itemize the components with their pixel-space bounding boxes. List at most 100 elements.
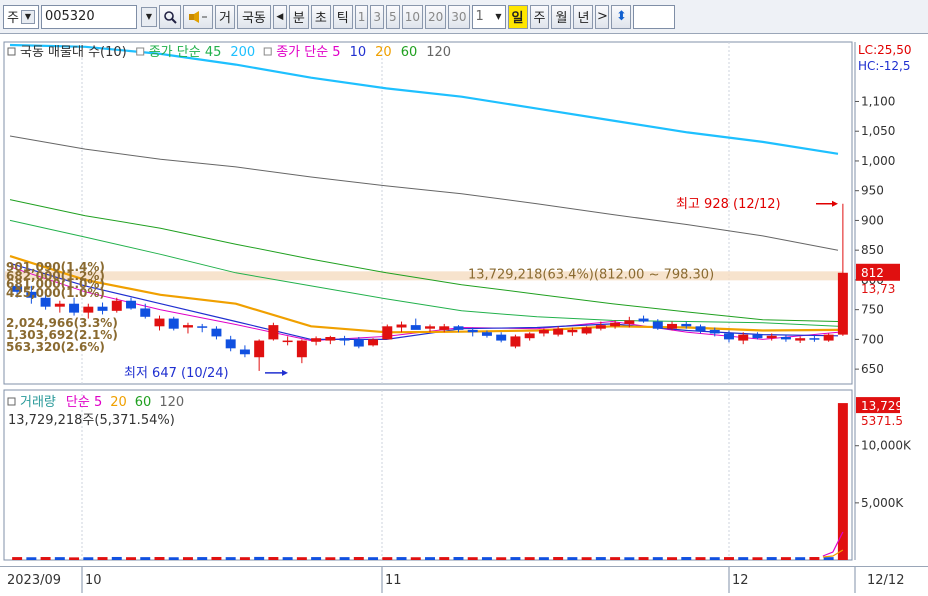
chevron-down-icon: ▼ (495, 12, 502, 21)
view-min-button[interactable]: 분 (288, 4, 309, 29)
date-label: 10 (85, 573, 102, 588)
volume-bar (296, 557, 307, 560)
volume-summary: 13,729,218주(5,371.54%) (8, 413, 175, 428)
band-annotation: 13,729,218(63.4%)(812.00 ~ 798.30) (468, 267, 714, 282)
volume-bar (140, 557, 151, 560)
candle-body (339, 338, 350, 341)
chevron-down-icon[interactable]: ▼ (20, 9, 35, 24)
speaker-button[interactable] (182, 4, 213, 29)
period-label: 년 (577, 11, 590, 26)
interval-20-button[interactable]: 20 (424, 4, 447, 29)
candle-body (410, 325, 421, 330)
interval-3-button[interactable]: 3 (370, 4, 385, 29)
code-dropdown-icon[interactable]: ▼ (140, 6, 157, 27)
candle-body (211, 328, 222, 337)
period-count-value: 1 (475, 9, 484, 24)
candle-body (795, 338, 806, 341)
chart-toolbar: 주 ▼ 005320 ▼ 거 국동 ◀ 분 초 틱 1 3 5 10 20 30… (0, 0, 928, 34)
stock-code-input[interactable]: 005320 (40, 4, 137, 29)
interval-30-button[interactable]: 30 (448, 4, 470, 29)
volume-profile-label: 563,320(2.6%) (6, 340, 105, 354)
type-button[interactable]: 거 (214, 4, 235, 29)
volume-bar (239, 557, 250, 560)
volume-legend-item: 20 (110, 395, 127, 410)
prev-arrow-icon[interactable]: ◀ (272, 4, 287, 29)
candle-body (325, 337, 336, 341)
candle-body (368, 339, 379, 346)
volume-bar (83, 557, 94, 560)
y-tick-label: 1,050 (861, 124, 895, 138)
legend-marker (136, 47, 145, 56)
volume-bar (168, 557, 179, 560)
legend-item: 60 (401, 45, 418, 60)
candle-body (182, 325, 193, 328)
volume-bar (823, 557, 834, 560)
interval-10-button[interactable]: 10 (401, 4, 423, 29)
current-volume-tag: 13,73 (861, 282, 895, 296)
interval-label: 10 (404, 9, 420, 24)
date-axis-bar: 2023/09 10 11 12 12/12 (0, 566, 928, 593)
candle-body (510, 336, 521, 347)
period-month-button[interactable]: 월 (551, 4, 572, 29)
volume-legend-item: 120 (159, 395, 184, 410)
y-tick-label: 900 (861, 213, 884, 227)
volume-bar (353, 557, 364, 560)
candle-body (197, 326, 208, 328)
extra-input[interactable] (633, 4, 676, 29)
period-day-button[interactable]: 일 (507, 4, 528, 29)
view-tick-button[interactable]: 틱 (332, 4, 353, 29)
period-week-button[interactable]: 주 (529, 4, 550, 29)
volume-bar (581, 557, 592, 560)
chart-area[interactable]: 1,1001,0501,000950900850800750700650LC:2… (0, 38, 928, 566)
period-count-select[interactable]: 1 ▼ (471, 4, 506, 29)
volume-bar (197, 557, 208, 560)
next-arrow-icon[interactable]: > (595, 4, 610, 29)
volume-bar (154, 557, 165, 560)
y-tick-label: 1,000 (861, 154, 895, 168)
volume-bar (681, 557, 692, 560)
candle-body (140, 308, 151, 317)
stock-name[interactable]: 국동 (236, 4, 271, 29)
candle-body (225, 339, 236, 349)
candle-body (239, 349, 250, 355)
interval-5-button[interactable]: 5 (386, 4, 400, 29)
y-tick-label: 700 (861, 332, 884, 346)
volume-legend-item: 단순 5 (66, 395, 102, 410)
volume-bar (311, 557, 322, 560)
interval-label: 5 (389, 9, 397, 24)
period-label: 월 (555, 11, 568, 26)
candle-body (595, 325, 606, 329)
volume-bar (667, 557, 678, 560)
volume-bar (325, 557, 336, 560)
period-year-button[interactable]: 년 (573, 4, 594, 29)
date-label: 11 (385, 573, 402, 588)
candle-body (311, 338, 322, 342)
view-sec-button[interactable]: 초 (310, 4, 331, 29)
market-select[interactable]: 주 ▼ (3, 4, 39, 29)
volume-bar (610, 557, 621, 560)
y-tick-label: 850 (861, 243, 884, 257)
volume-bar (709, 557, 720, 560)
candle-body (254, 340, 265, 358)
volume-bar (425, 557, 435, 560)
volume-bar (538, 557, 549, 560)
candle-body (282, 340, 293, 343)
legend-item: 10 (350, 45, 367, 60)
interval-1-button[interactable]: 1 (354, 4, 369, 29)
chart-canvas[interactable]: 1,1001,0501,000950900850800750700650LC:2… (0, 38, 928, 566)
candle-body (837, 272, 848, 335)
volume-bar (225, 557, 236, 560)
legend-marker (7, 397, 16, 406)
candle-body (83, 306, 94, 313)
volume-bar (795, 557, 806, 560)
y-tick-label: 1,100 (861, 94, 895, 108)
search-button[interactable] (158, 4, 181, 29)
volume-bar (524, 557, 535, 560)
date-label: 12 (732, 573, 749, 588)
lc-label: LC:25,50 (858, 43, 911, 57)
volume-bar (553, 557, 564, 560)
candle-body (496, 334, 507, 341)
updown-arrow-icon[interactable]: ⬍ (611, 4, 632, 29)
low-annotation: 최저 647 (10/24) (124, 366, 229, 381)
date-axis: 2023/09 10 11 12 12/12 (7, 567, 904, 593)
